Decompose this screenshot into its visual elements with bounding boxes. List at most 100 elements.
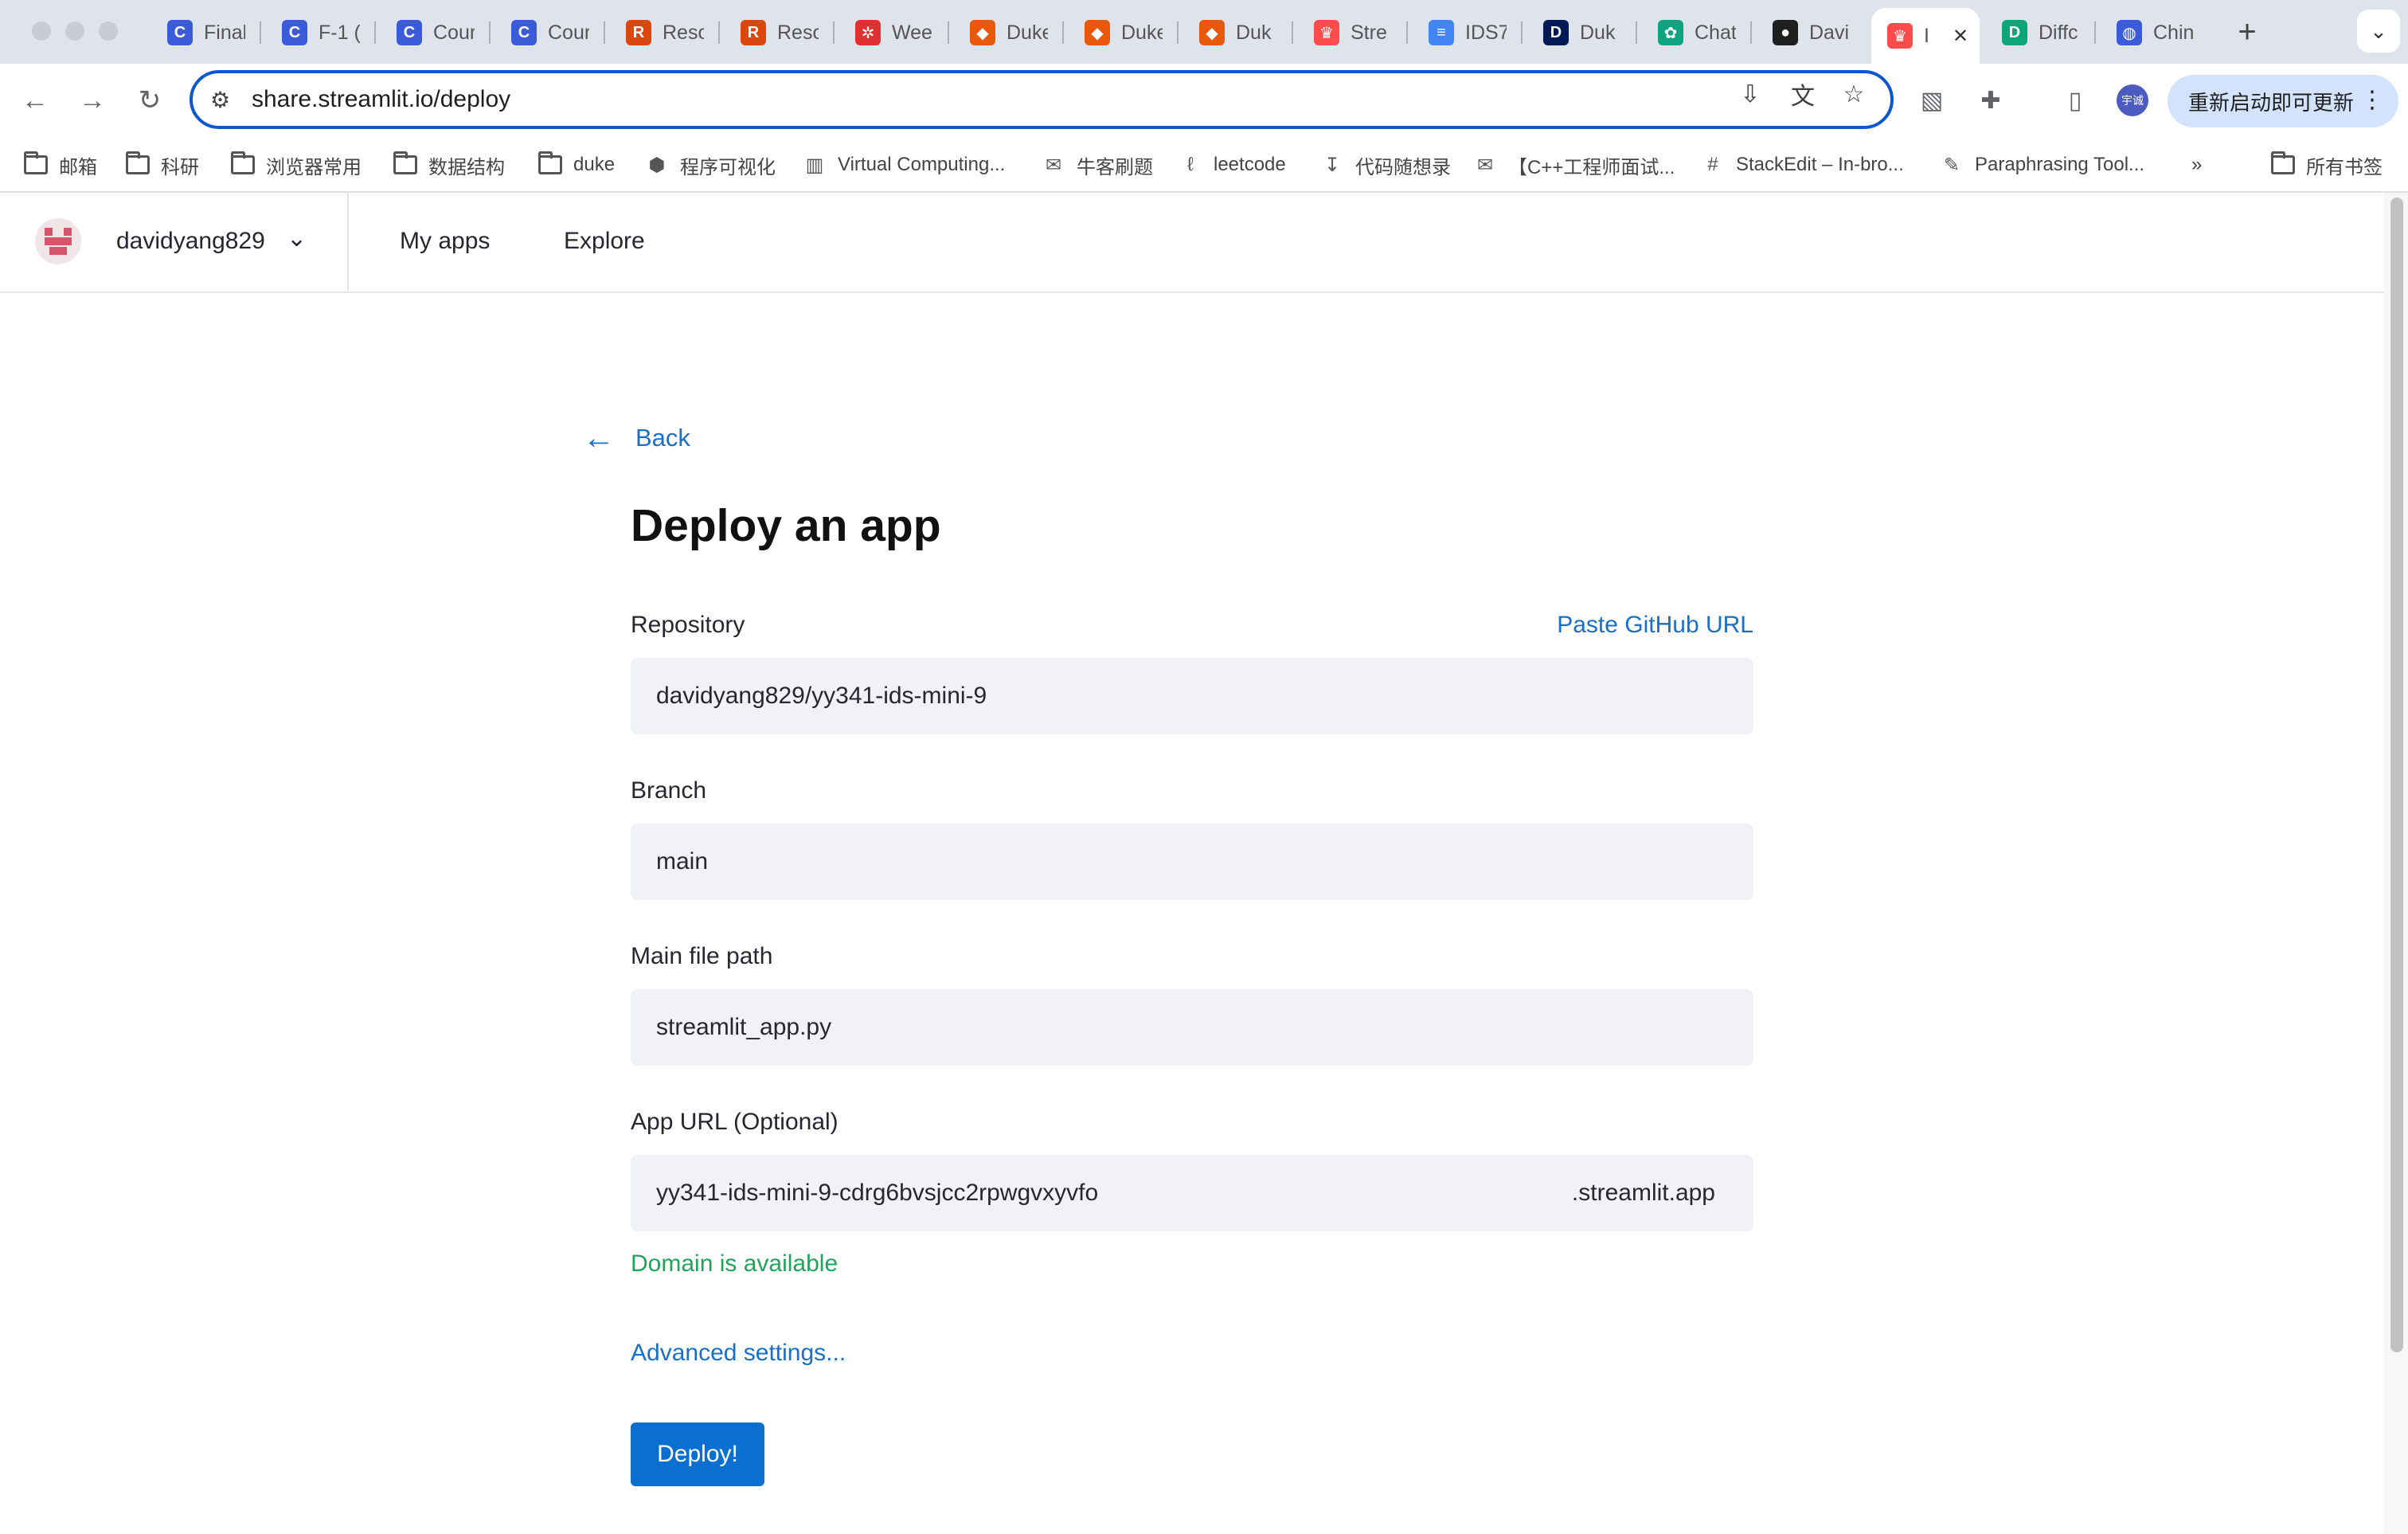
diff-icon: D [2002, 20, 2027, 45]
bookmark-label: 【C++工程师面试... [1508, 156, 1675, 178]
reload-icon[interactable]: ↻ [131, 81, 169, 119]
bookmark-item[interactable]: 浏览器常用 [231, 145, 362, 185]
url-text[interactable]: share.streamlit.io/deploy [252, 86, 510, 113]
user-avatar[interactable] [35, 218, 81, 264]
menu-dots-icon[interactable]: ⋮ [2360, 86, 2384, 114]
browser-tab[interactable]: R Reso [610, 10, 712, 56]
back-link[interactable]: ← Back [583, 422, 690, 454]
bookmark-label: Virtual Computing... [838, 154, 1006, 175]
bookmark-item[interactable]: ℓ leetcode [1179, 145, 1286, 185]
bookmark-item[interactable]: ⬢ 程序可视化 [645, 145, 776, 185]
update-button[interactable]: 重新启动即可更新 ⋮ [2168, 75, 2398, 127]
domain-status: Domain is available [631, 1250, 838, 1277]
close-tab-icon[interactable]: ✕ [1953, 25, 1968, 48]
bookmarks-bar: 邮箱 科研 浏览器常用 数据结构 duke ⬢ 程序可视化 ▥ Virtual Computin… [0, 137, 2408, 193]
bookmark-item[interactable]: ✎ Paraphrasing Tool... [1940, 145, 2144, 185]
browser-tab[interactable]: C Cour [381, 10, 483, 56]
back-arrow-icon[interactable]: ← [16, 81, 54, 119]
browser-tab[interactable]: ● Davi [1757, 10, 1859, 56]
browser-tab[interactable]: C Final [151, 10, 253, 56]
nowcoder-icon: ✉ [1045, 154, 1062, 176]
extension-streamlit-icon[interactable]: ▧ [1914, 83, 1949, 118]
close-window-icon[interactable] [32, 22, 51, 41]
chevron-down-icon[interactable]: ⌄ [287, 225, 307, 252]
bookmark-item[interactable]: 科研 [126, 145, 199, 185]
tab-separator [833, 22, 835, 44]
folder-icon [2271, 151, 2295, 177]
bookmark-item[interactable]: ✉ 牛客刷题 [1042, 145, 1153, 185]
browser-tab[interactable]: ♛ I ✕ [1871, 8, 1980, 64]
repository-input[interactable]: davidyang829/yy341-ids-mini-9 [631, 658, 1753, 734]
tab-title: Duk [1236, 21, 1272, 44]
browser-tab[interactable]: ♛ Stre [1298, 10, 1400, 56]
bookmark-star-icon[interactable]: ☆ [1838, 78, 1870, 110]
tab-title: Cour [548, 21, 589, 44]
page-scrollbar[interactable] [2384, 193, 2408, 1534]
streamlit-icon: ♛ [1887, 23, 1913, 49]
coursera-icon: C [397, 20, 422, 45]
new-tab-icon[interactable]: + [2230, 14, 2265, 49]
branch-input[interactable]: main [631, 824, 1753, 900]
chatgpt-icon: ✿ [1658, 20, 1683, 45]
tab-separator [718, 22, 720, 44]
browser-tab[interactable]: ◆ Duke [1069, 10, 1171, 56]
bookmark-item[interactable]: ✉ 【C++工程师面试... [1473, 145, 1675, 185]
browser-tab[interactable]: ◆ Duke [954, 10, 1056, 56]
browser-tab[interactable]: ✿ Chat [1642, 10, 1744, 56]
browser-chrome: C Final C F-1 (C Cour C Cour R Reso R Reso ✲ Wee ◆ Duk… [0, 0, 2408, 193]
extensions-puzzle-icon[interactable]: ✚ [1973, 83, 2008, 118]
install-app-icon[interactable]: ⇩ [1734, 78, 1766, 110]
all-bookmarks[interactable]: 所有书签 [2271, 145, 2383, 185]
tab-title: Stre [1351, 21, 1387, 44]
deploy-button[interactable]: Deploy! [631, 1422, 764, 1486]
tab-title: Reso [663, 21, 704, 44]
app-url-label: App URL (Optional) [631, 1109, 838, 1135]
tab-title: Davi [1809, 21, 1850, 44]
maximize-window-icon[interactable] [99, 22, 118, 41]
bookmark-item[interactable]: duke [538, 145, 615, 185]
bookmark-item[interactable]: ▥ Virtual Computing... [803, 145, 1006, 185]
bookmark-label: leetcode [1214, 154, 1286, 175]
tab-title: Reso [777, 21, 819, 44]
more-bookmarks-icon[interactable]: » [2191, 145, 2202, 185]
tab-title: F-1 ( [319, 21, 360, 44]
nav-explore[interactable]: Explore [564, 228, 645, 255]
workspace-username[interactable]: davidyang829 [116, 228, 265, 255]
browser-tab[interactable]: C Cour [495, 10, 597, 56]
browser-tab[interactable]: ≡ IDS7 [1413, 10, 1515, 56]
advanced-settings-link[interactable]: Advanced settings... [631, 1340, 846, 1367]
browser-tab[interactable]: C F-1 ( [266, 10, 368, 56]
bookmark-item[interactable]: 数据结构 [393, 145, 505, 185]
bookmark-item[interactable]: 邮箱 [24, 145, 97, 185]
bookmark-item[interactable]: ↧ 代码随想录 [1320, 145, 1451, 185]
browser-tab[interactable]: R Reso [725, 10, 827, 56]
minimize-window-icon[interactable] [65, 22, 84, 41]
tab-separator [1292, 22, 1293, 44]
address-bar[interactable]: ⚙ share.streamlit.io/deploy [190, 70, 1894, 129]
tab-title: Final [204, 21, 245, 44]
vcm-icon: ▥ [805, 154, 824, 176]
browser-tab[interactable]: D Diffc [1986, 10, 2088, 56]
tab-search-icon[interactable]: ⌄ [2357, 10, 2400, 53]
scrollbar-thumb[interactable] [2390, 198, 2403, 1352]
forward-arrow-icon[interactable]: → [73, 81, 111, 119]
bookmark-item[interactable]: # StackEdit – In-bro... [1701, 145, 1903, 185]
globe-icon: ◍ [2117, 20, 2142, 45]
tab-separator [2094, 22, 2096, 44]
paste-github-url-link[interactable]: Paste GitHub URL [1557, 612, 1753, 639]
nav-my-apps[interactable]: My apps [400, 228, 490, 255]
side-panel-icon[interactable]: ▯ [2058, 83, 2093, 118]
profile-avatar[interactable]: 宇诚 [2117, 84, 2148, 116]
browser-tab[interactable]: ◆ Duk [1183, 10, 1285, 56]
site-settings-icon[interactable]: ⚙ [210, 87, 236, 113]
browser-tab[interactable]: ✲ Wee [839, 10, 941, 56]
browser-tab[interactable]: D Duk [1527, 10, 1629, 56]
translate-icon[interactable]: 文 [1787, 78, 1819, 110]
main-file-input[interactable]: streamlit_app.py [631, 989, 1753, 1066]
bookmark-label: 程序可视化 [680, 156, 776, 178]
docs-icon: ≡ [1429, 20, 1454, 45]
tab-title: Chin [2153, 21, 2195, 44]
browser-tab[interactable]: ◍ Chin [2101, 10, 2203, 56]
app-url-input[interactable]: yy341-ids-mini-9-cdrg6bvsjcc2rpwgvxyvfo … [631, 1155, 1753, 1231]
wheel-icon: ✲ [855, 20, 881, 45]
